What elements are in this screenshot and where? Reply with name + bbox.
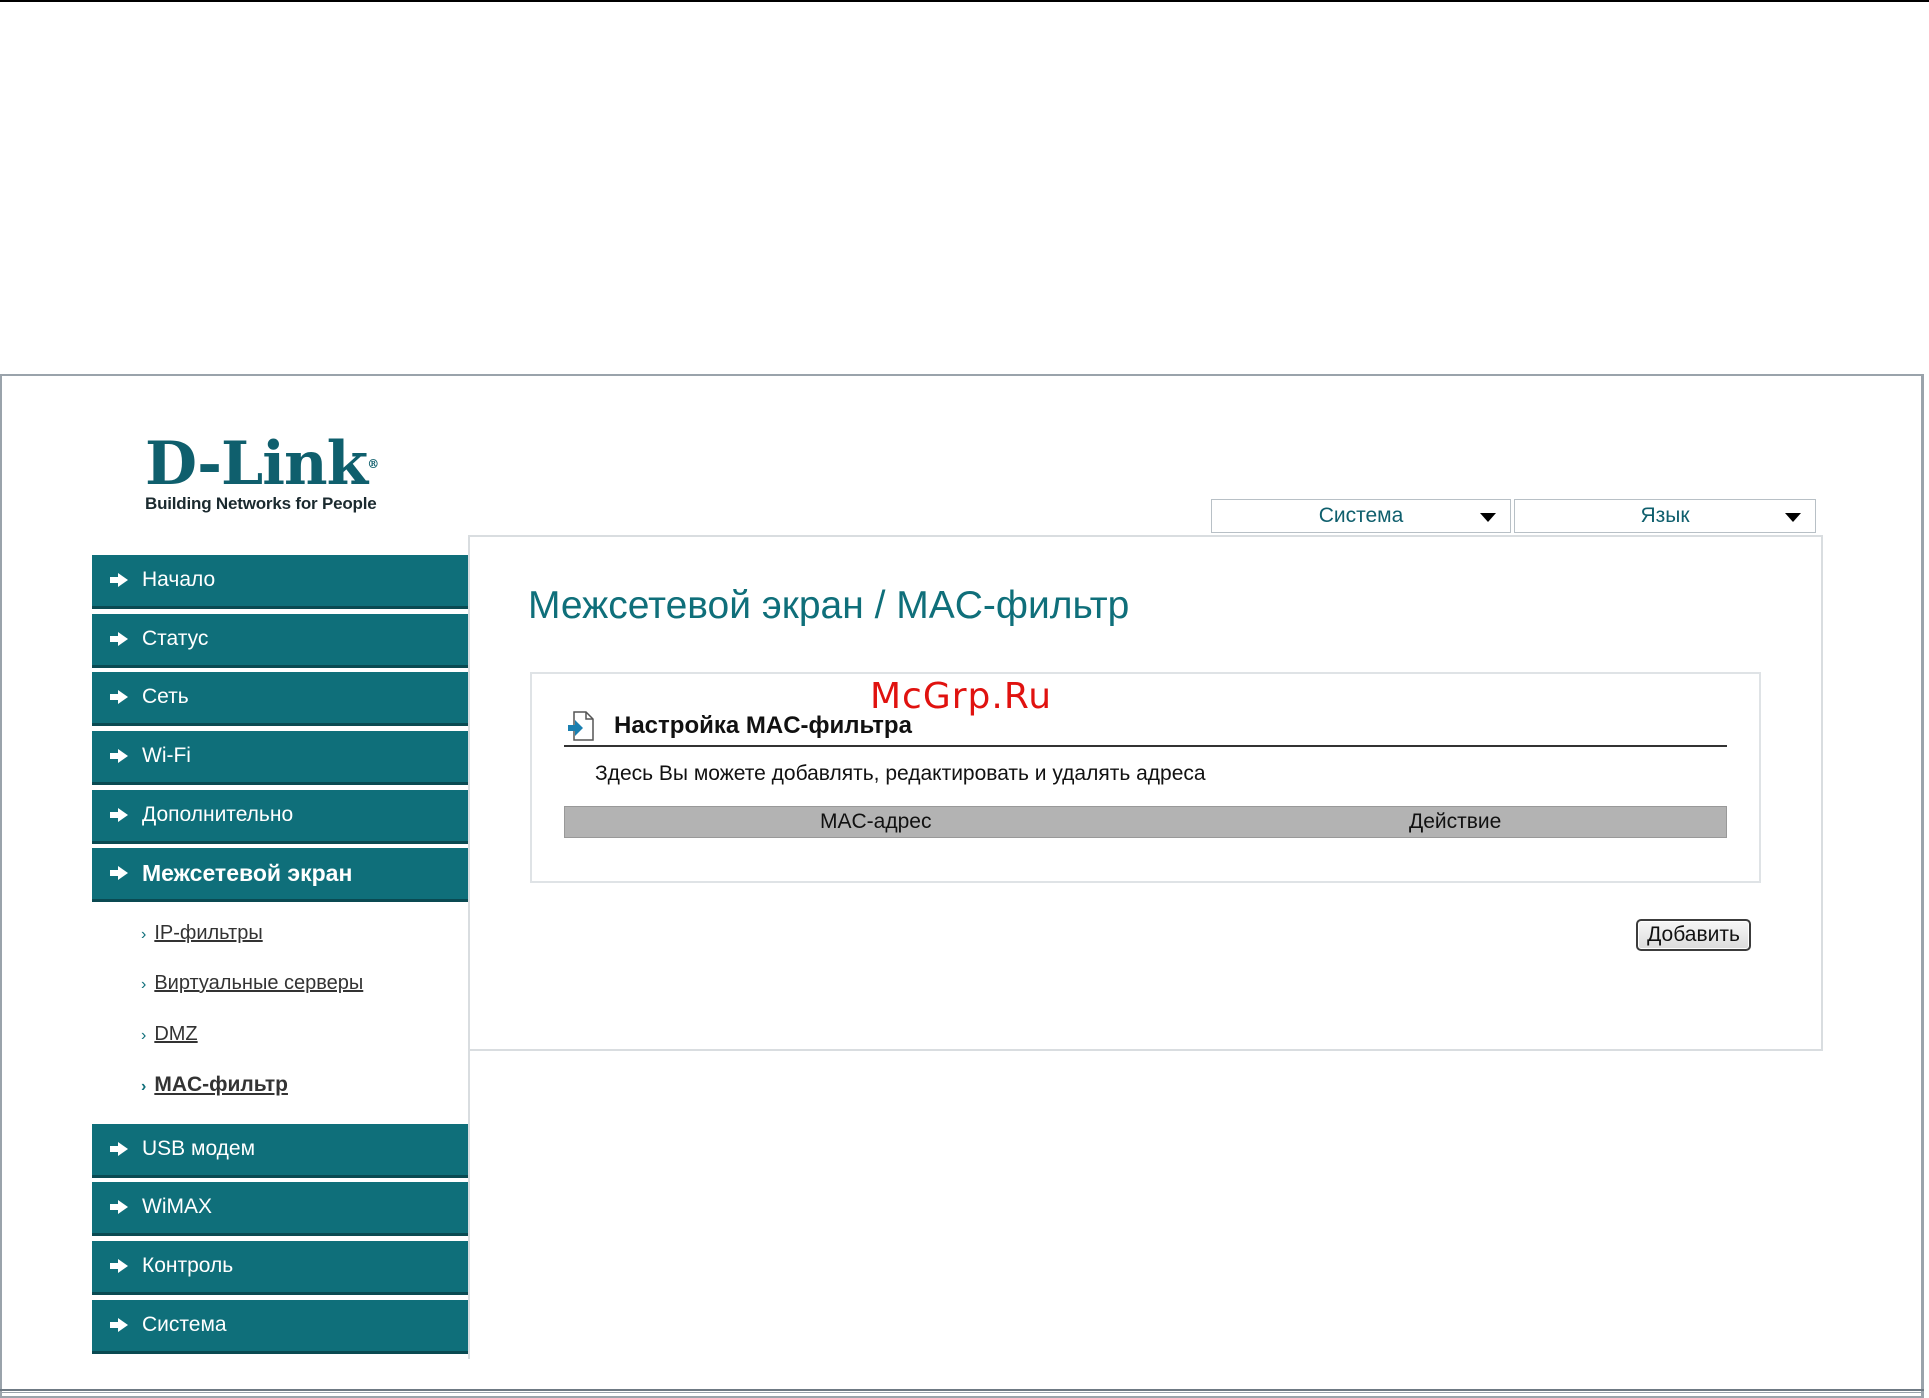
dlink-logo: D-Link® Building Networks for People [145,434,379,514]
submenu-item-virtual-servers[interactable]: › Виртуальные серверы [141,972,363,995]
logo-wordmark: D-Link® [145,434,379,494]
language-dropdown-label: Язык [1640,504,1690,527]
submenu-item-label: DMZ [154,1023,198,1045]
add-button[interactable]: Добавить [1636,919,1751,951]
arrow-right-icon [110,1259,128,1273]
system-dropdown[interactable]: Система [1211,499,1511,533]
sidebar-item-label: Межсетевой экран [142,860,353,886]
submenu-item-label: IP-фильтры [154,922,263,944]
sidebar-item-system[interactable]: Система [92,1300,468,1354]
submenu-item-dmz[interactable]: › DMZ [141,1023,198,1046]
logo-trademark: ® [367,457,379,471]
sidebar-item-status[interactable]: Статус [92,614,468,668]
sidebar-item-wifi[interactable]: Wi-Fi [92,731,468,785]
system-dropdown-label: Система [1318,504,1404,527]
sidebar-item-label: Контроль [142,1254,234,1277]
sidebar-item-label: Система [142,1313,227,1336]
sidebar-item-label: WiMAX [142,1195,212,1218]
language-dropdown[interactable]: Язык [1514,499,1816,533]
arrow-right-icon [110,866,128,880]
arrow-right-icon [110,632,128,646]
logo-wordmark-text: D-Link [145,429,368,499]
sidebar-item-advanced[interactable]: Дополнительно [92,790,468,844]
chevron-down-icon [1785,513,1801,522]
sidebar-item-label: USB модем [142,1137,256,1160]
submenu-item-label: Виртуальные серверы [154,972,364,994]
sidebar-item-label: Сеть [142,685,189,708]
sidebar-item-label: Статус [142,627,209,650]
submenu-item-mac-filter[interactable]: › MAC-фильтр [141,1073,288,1097]
sidebar-item-label: Начало [142,568,216,591]
sidebar-item-label: Wi-Fi [142,744,191,767]
chevron-right-icon: › [141,976,147,993]
sidebar-item-label: Дополнительно [142,803,294,826]
sidebar-item-network[interactable]: Сеть [92,672,468,726]
chevron-right-icon: › [141,1078,147,1095]
page-title: Межсетевой экран / MAC-фильтр [528,584,1130,627]
watermark: McGrp.Ru [870,676,1053,717]
arrow-right-icon [110,690,128,704]
arrow-right-icon [110,808,128,822]
sidebar-item-wimax[interactable]: WiMAX [92,1182,468,1236]
window-bottom-border [0,1389,1924,1393]
document-icon [568,711,594,741]
section-description: Здесь Вы можете добавлять, редактировать… [595,762,1206,785]
arrow-right-icon [110,749,128,763]
section-title: Настройка MAC-фильтра [614,712,912,739]
sidebar-item-home[interactable]: Начало [92,555,468,609]
arrow-right-icon [110,573,128,587]
chevron-right-icon: › [141,1027,147,1044]
sidebar-item-control[interactable]: Контроль [92,1241,468,1295]
sidebar-item-usb-modem[interactable]: USB модем [92,1124,468,1178]
column-header-action: Действие [1409,810,1502,833]
sidebar-item-firewall[interactable]: Межсетевой экран [92,848,468,902]
section-divider [564,745,1727,747]
mac-table-header: MAC-адрес Действие [564,806,1727,838]
chevron-right-icon: › [141,926,147,943]
arrow-right-icon [110,1318,128,1332]
top-rule [0,0,1929,2]
chevron-down-icon [1480,513,1496,522]
column-header-mac-address: MAC-адрес [820,810,932,833]
submenu-item-label: MAC-фильтр [154,1073,288,1096]
arrow-right-icon [110,1200,128,1214]
arrow-right-icon [110,1142,128,1156]
submenu-item-ip-filters[interactable]: › IP-фильтры [141,922,263,945]
logo-tagline: Building Networks for People [145,494,377,513]
